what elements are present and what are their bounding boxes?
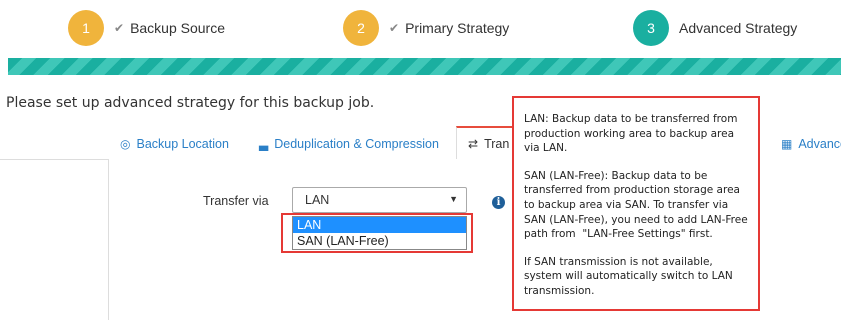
info-icon[interactable]: i bbox=[492, 196, 505, 209]
step-number-badge: 3 bbox=[633, 10, 669, 46]
transfer-help-tooltip: LAN: Backup data to be transferred from … bbox=[512, 96, 760, 311]
caret-down-icon: ▼ bbox=[449, 194, 458, 204]
transfer-arrows-icon: ⇄ bbox=[468, 137, 479, 151]
step-number-badge: 2 bbox=[343, 10, 379, 46]
step-label: Primary Strategy bbox=[405, 20, 510, 36]
intro-text: Please set up advanced strategy for this… bbox=[6, 95, 375, 111]
location-pin-icon: ◎ bbox=[120, 137, 131, 151]
tab-deduplication-compression[interactable]: ▃ Deduplication & Compression bbox=[259, 137, 439, 151]
tab-label: Backup Location bbox=[136, 137, 229, 151]
step-label: Backup Source bbox=[130, 20, 226, 36]
dropdown-highlight-box bbox=[281, 213, 473, 253]
tab-transfer[interactable]: ⇄ Tran bbox=[468, 137, 509, 151]
transfer-via-label: Transfer via bbox=[203, 194, 269, 208]
wizard-progress-bar bbox=[8, 58, 841, 75]
step-label: Advanced Strategy bbox=[679, 20, 798, 36]
tooltip-lan-text: LAN: Backup data to be transferred from … bbox=[524, 113, 738, 155]
tab-advanced[interactable]: ▦ Advance bbox=[781, 137, 841, 151]
transfer-via-select[interactable]: LAN ▼ bbox=[292, 187, 467, 213]
wizard-stepper: 1 ✔ Backup Source 2 ✔ Primary Strategy 3… bbox=[0, 0, 841, 56]
disk-icon: ▃ bbox=[259, 137, 269, 151]
tab-backup-location[interactable]: ◎ Backup Location bbox=[120, 137, 229, 151]
checkmark-icon: ✔ bbox=[114, 21, 125, 35]
step-advanced-strategy[interactable]: 3 Advanced Strategy bbox=[633, 10, 797, 46]
checkmark-icon: ✔ bbox=[389, 21, 400, 35]
tab-label: Tran bbox=[484, 137, 510, 151]
step-backup-source[interactable]: 1 ✔ Backup Source bbox=[68, 10, 225, 46]
tab-label: Advance bbox=[798, 137, 841, 151]
step-primary-strategy[interactable]: 2 ✔ Primary Strategy bbox=[343, 10, 509, 46]
tooltip-san-text: SAN (LAN-Free): Backup data to be transf… bbox=[524, 169, 748, 241]
select-value: LAN bbox=[305, 193, 330, 207]
tooltip-fallback-text: If SAN transmission is not available, sy… bbox=[524, 255, 733, 297]
grid-icon: ▦ bbox=[781, 137, 793, 151]
tab-label: Deduplication & Compression bbox=[274, 137, 439, 151]
step-number-badge: 1 bbox=[68, 10, 104, 46]
